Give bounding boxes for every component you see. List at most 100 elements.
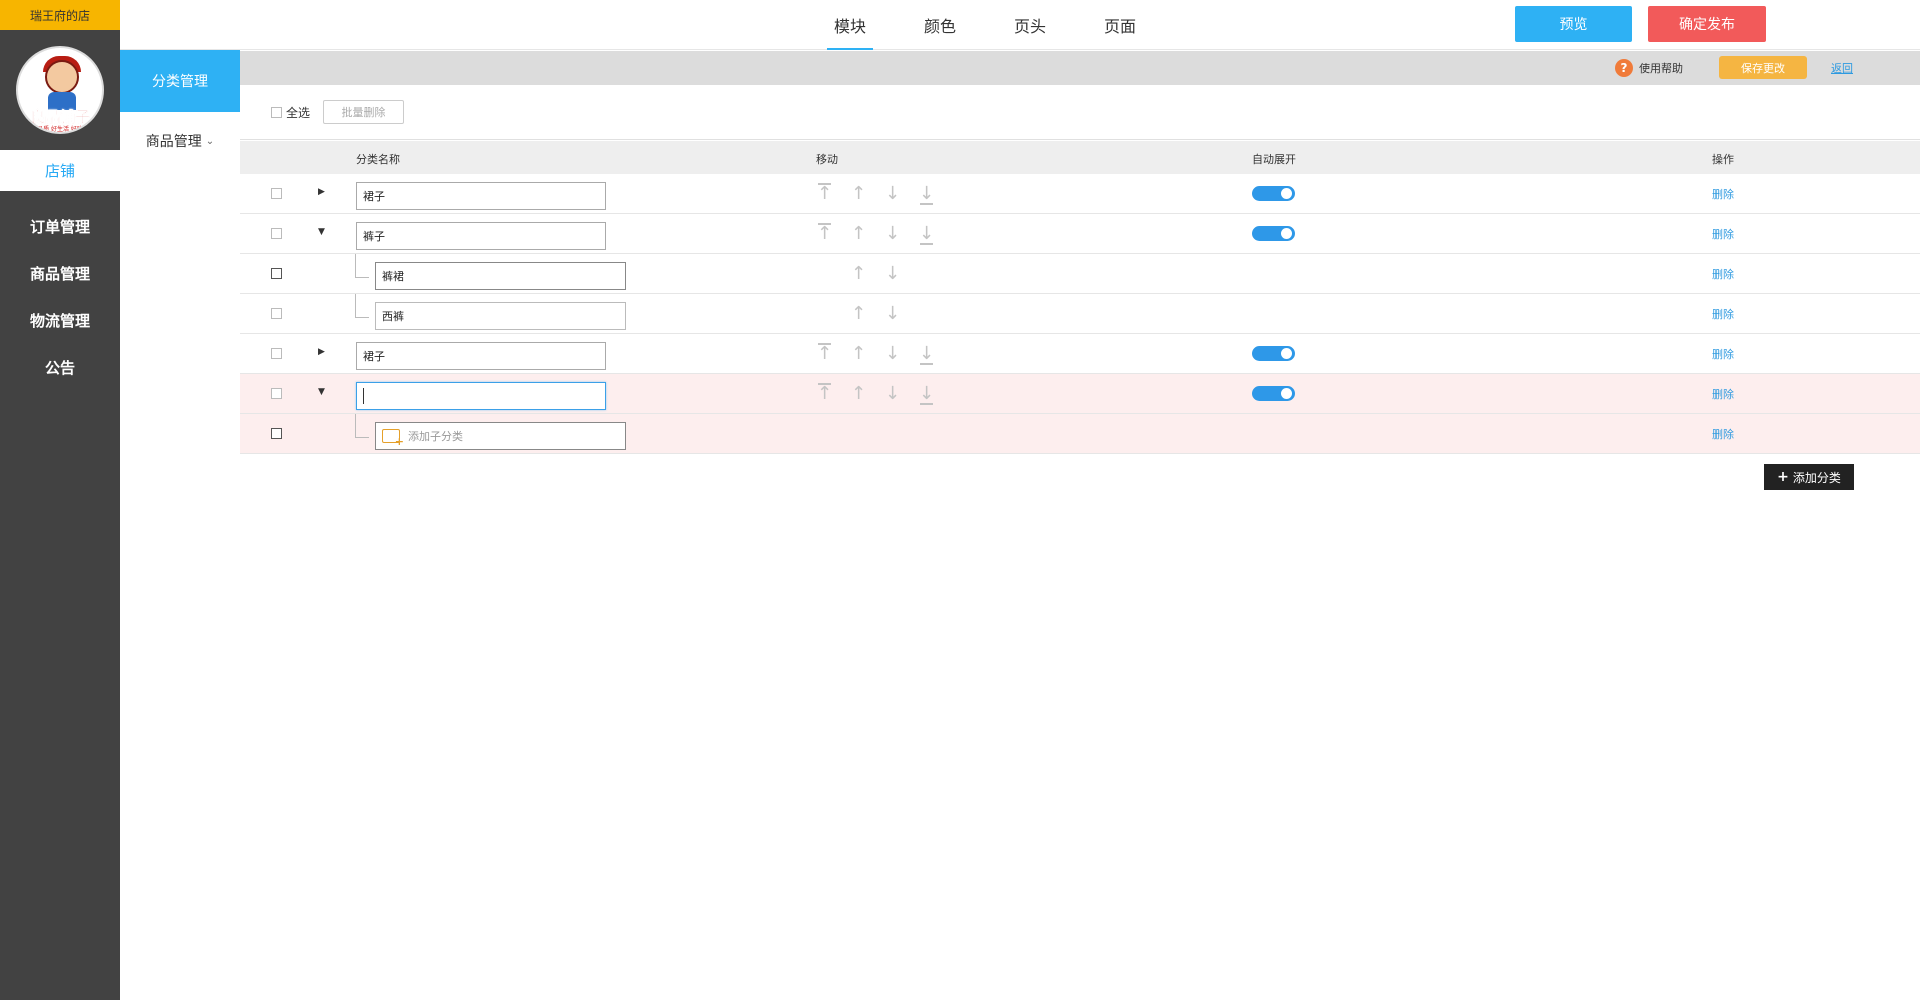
help-label: 使用帮助 (1639, 62, 1683, 75)
auto-expand-toggle[interactable] (1252, 386, 1295, 401)
move-up-icon[interactable]: ↑ (847, 262, 870, 286)
row-checkbox[interactable] (271, 388, 282, 399)
row-checkbox[interactable] (271, 308, 282, 319)
publish-button[interactable]: 确定发布 (1648, 6, 1766, 42)
move-down-icon[interactable]: ↓ (881, 342, 904, 366)
move-up-icon[interactable]: ↑ (847, 342, 870, 366)
sidebar-item-logistics[interactable]: 物流管理 (0, 297, 120, 344)
move-up-icon[interactable]: ↑ (847, 222, 870, 246)
collapse-icon[interactable]: ▼ (318, 387, 325, 397)
delete-link[interactable]: 删除 (1712, 186, 1734, 202)
bulk-delete-button[interactable]: 批量删除 (323, 100, 404, 124)
move-top-icon[interactable]: ↑ (813, 222, 836, 246)
table-row: ▶ 裙子 ↑ ↑ ↓ ↓ 删除 (240, 334, 1920, 374)
tab-page[interactable]: 页面 (1075, 0, 1165, 50)
subcategory-name-input[interactable]: 裤裙 (375, 262, 626, 290)
delete-link[interactable]: 删除 (1712, 386, 1734, 402)
sidebar-item-goods[interactable]: 商品管理 (0, 250, 120, 297)
move-down-icon[interactable]: ↓ (881, 302, 904, 326)
move-up-icon[interactable]: ↑ (847, 302, 870, 326)
delete-link[interactable]: 删除 (1712, 226, 1734, 242)
move-up-icon[interactable]: ↑ (847, 182, 870, 206)
table-row: ▶ 裙子 ↑ ↑ ↓ ↓ 删除 (240, 174, 1920, 214)
move-controls: ↑ ↑ ↓ (813, 262, 904, 286)
auto-expand-toggle[interactable] (1252, 226, 1295, 241)
move-down-icon[interactable]: ↓ (881, 262, 904, 286)
sidebar-item-notice[interactable]: 公告 (0, 344, 120, 391)
help-icon: ? (1615, 59, 1633, 77)
row-checkbox[interactable] (271, 268, 282, 279)
tree-connector (355, 254, 369, 278)
text-cursor (363, 388, 364, 404)
plus-icon: + (1777, 469, 1789, 485)
module-tabs: 模块 颜色 页头 页面 (805, 0, 1165, 50)
subnav-item-category[interactable]: 分类管理 (120, 50, 240, 112)
move-controls: ↑ ↑ ↓ (813, 302, 904, 326)
category-table: ▶ 裙子 ↑ ↑ ↓ ↓ 删除 ▼ 裤子 ↑ ↑ ↓ ↓ 删除 裤裙 ↑ ↑ ↓ (240, 174, 1920, 454)
select-all-checkbox[interactable] (271, 107, 282, 118)
preview-button[interactable]: 预览 (1515, 6, 1632, 42)
table-row-add-sub: 添加子分类 删除 (240, 414, 1920, 454)
row-checkbox[interactable] (271, 188, 282, 199)
move-top-icon[interactable]: ↑ (813, 342, 836, 366)
add-subcategory-input[interactable]: 添加子分类 (375, 422, 626, 450)
move-controls: ↑ ↑ ↓ ↓ (813, 382, 938, 406)
help-link[interactable]: ? 使用帮助 (1615, 59, 1683, 77)
chevron-down-icon: ⌄ (205, 135, 215, 147)
delete-link[interactable]: 删除 (1712, 306, 1734, 322)
delete-link[interactable]: 删除 (1712, 426, 1734, 442)
category-name-input[interactable]: 裙子 (356, 182, 606, 210)
tree-connector (355, 414, 369, 438)
auto-expand-toggle[interactable] (1252, 186, 1295, 201)
back-link[interactable]: 返回 (1831, 60, 1853, 76)
sidebar-item-shop[interactable]: 店铺 (0, 150, 120, 191)
expand-icon[interactable]: ▶ (318, 347, 325, 357)
add-folder-icon (382, 429, 404, 448)
move-down-icon[interactable]: ↓ (881, 382, 904, 406)
tab-header[interactable]: 页头 (985, 0, 1075, 50)
move-bottom-icon[interactable]: ↓ (915, 382, 938, 406)
move-down-icon[interactable]: ↓ (881, 182, 904, 206)
move-bottom-icon[interactable]: ↓ (915, 182, 938, 206)
add-category-button[interactable]: + 添加分类 (1764, 464, 1854, 490)
subnav-item-goods[interactable]: 商品管理 ⌄ (120, 112, 240, 170)
new-category-name-input[interactable] (356, 382, 606, 410)
main-sidebar: 瑞王府的店 良品铺子 好品质 好生活 好味道 店铺 订单管理 商品管理 物流管理… (0, 0, 120, 1000)
col-move: 移动 (816, 153, 838, 166)
tab-modules[interactable]: 模块 (805, 0, 895, 50)
row-checkbox[interactable] (271, 228, 282, 239)
category-name-input[interactable]: 裙子 (356, 342, 606, 370)
top-bar: 模块 颜色 页头 页面 预览 确定发布 (120, 0, 1920, 50)
collapse-icon[interactable]: ▼ (318, 227, 325, 237)
store-name: 瑞王府的店 (0, 0, 120, 30)
tab-colors[interactable]: 颜色 (895, 0, 985, 50)
expand-icon[interactable]: ▶ (318, 187, 325, 197)
save-changes-button[interactable]: 保存更改 (1719, 56, 1807, 79)
move-up-icon[interactable]: ↑ (847, 382, 870, 406)
delete-link[interactable]: 删除 (1712, 346, 1734, 362)
secondary-nav: 分类管理 商品管理 ⌄ (120, 50, 240, 1000)
move-top-icon[interactable]: ↑ (813, 382, 836, 406)
bulk-actions: 全选 批量删除 (240, 85, 1920, 140)
table-row-new: ▼ ↑ ↑ ↓ ↓ 删除 (240, 374, 1920, 414)
select-all[interactable]: 全选 (271, 104, 310, 121)
table-header: 分类名称 移动 自动展开 操作 (240, 141, 1920, 174)
sidebar-item-orders[interactable]: 订单管理 (0, 203, 120, 250)
move-down-icon[interactable]: ↓ (881, 222, 904, 246)
delete-link[interactable]: 删除 (1712, 266, 1734, 282)
auto-expand-toggle[interactable] (1252, 346, 1295, 361)
row-checkbox[interactable] (271, 428, 282, 439)
move-controls: ↑ ↑ ↓ ↓ (813, 182, 938, 206)
select-all-label: 全选 (286, 106, 311, 120)
category-name-input[interactable]: 裤子 (356, 222, 606, 250)
move-bottom-icon[interactable]: ↓ (915, 342, 938, 366)
subnav-goods-label: 商品管理 (145, 134, 202, 150)
move-top-icon[interactable]: ↑ (813, 182, 836, 206)
tree-connector (355, 294, 369, 318)
table-row: ▼ 裤子 ↑ ↑ ↓ ↓ 删除 (240, 214, 1920, 254)
row-checkbox[interactable] (271, 348, 282, 359)
add-category-label: 添加分类 (1792, 470, 1841, 485)
subcategory-name-input[interactable]: 西裤 (375, 302, 626, 330)
move-bottom-icon[interactable]: ↓ (915, 222, 938, 246)
store-logo: 良品铺子 好品质 好生活 好味道 (16, 46, 104, 134)
